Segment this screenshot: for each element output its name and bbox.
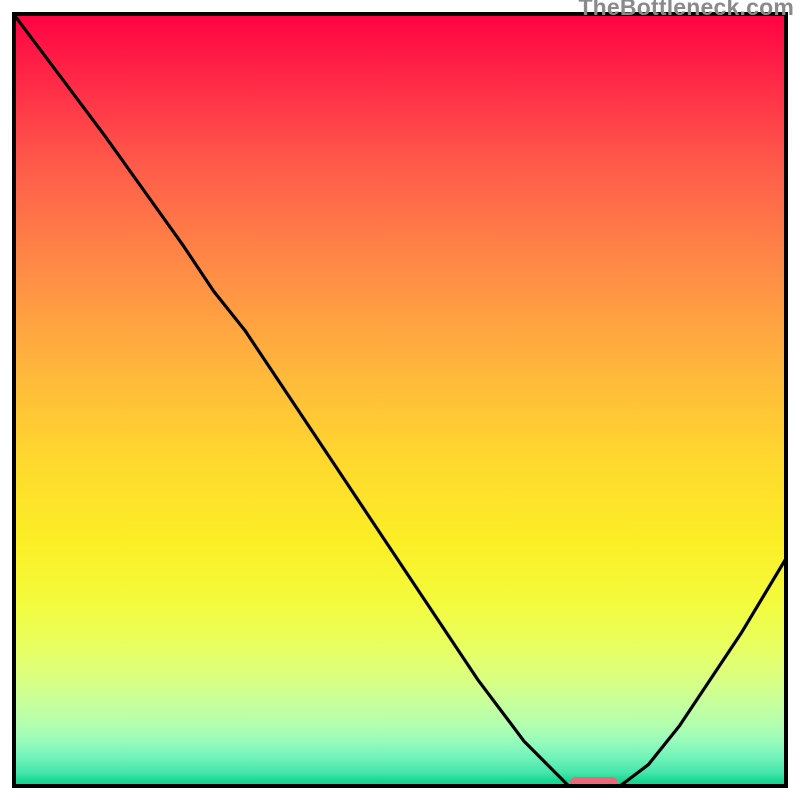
- bottleneck-curve: [12, 12, 788, 788]
- watermark-text: TheBottleneck.com: [578, 0, 794, 21]
- optimal-point-marker: [570, 777, 618, 788]
- plot-area: [12, 12, 788, 788]
- bottleneck-chart: TheBottleneck.com: [0, 0, 800, 800]
- line-overlay: [12, 12, 788, 788]
